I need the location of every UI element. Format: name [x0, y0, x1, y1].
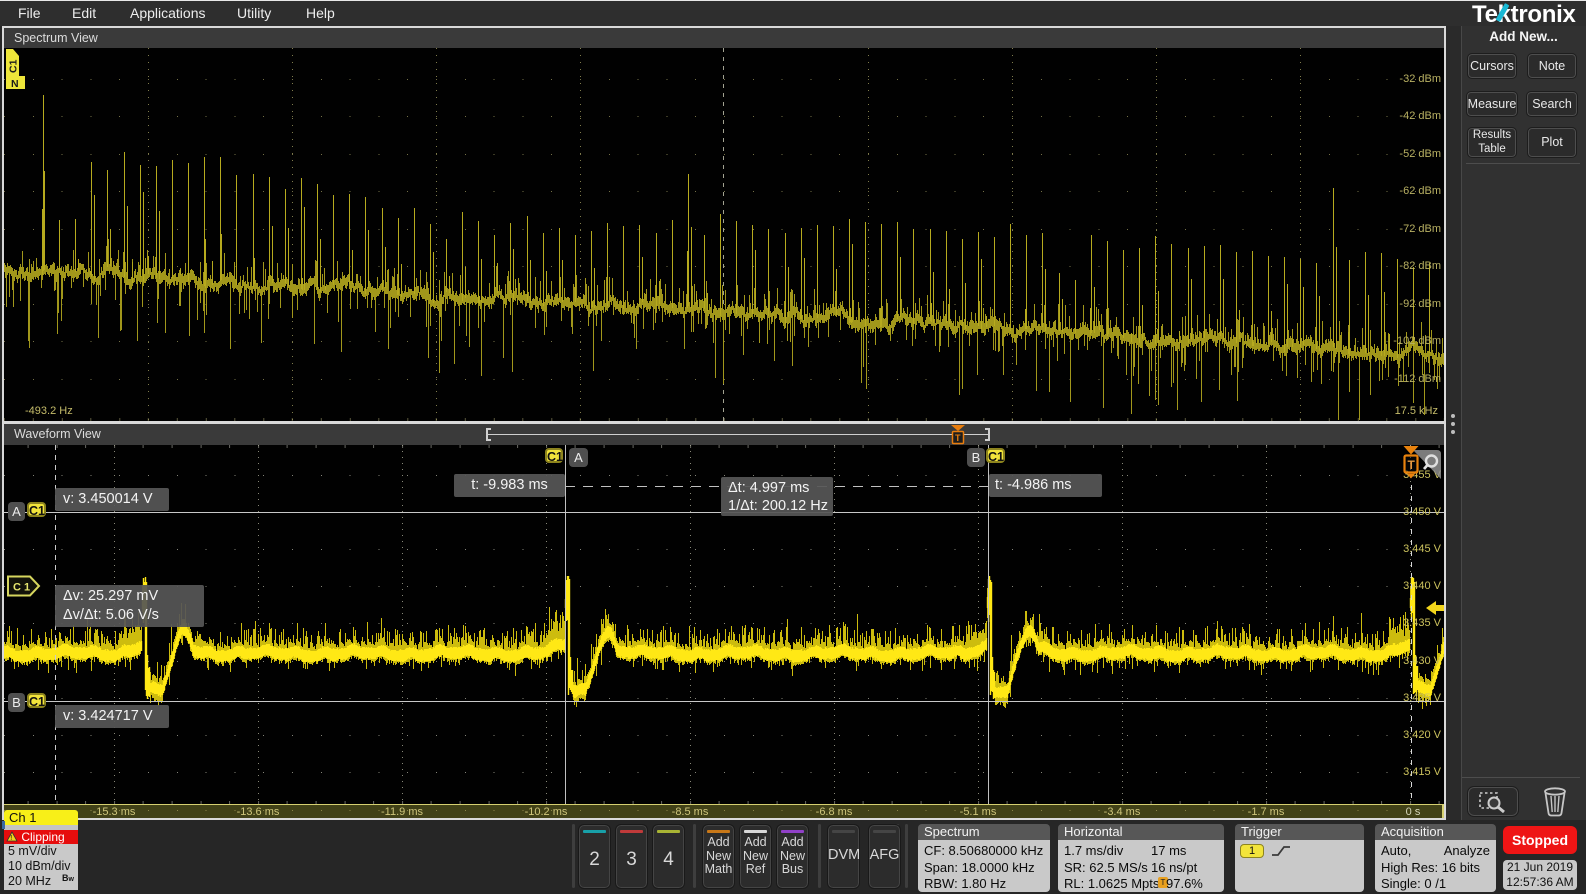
svg-text:T: T [955, 433, 961, 443]
svg-text:C 1: C 1 [13, 582, 30, 594]
svg-text:N: N [11, 78, 19, 90]
svg-text:C1: C1 [8, 59, 20, 73]
svg-text:!: ! [10, 835, 12, 842]
svg-text:T: T [1408, 458, 1416, 472]
